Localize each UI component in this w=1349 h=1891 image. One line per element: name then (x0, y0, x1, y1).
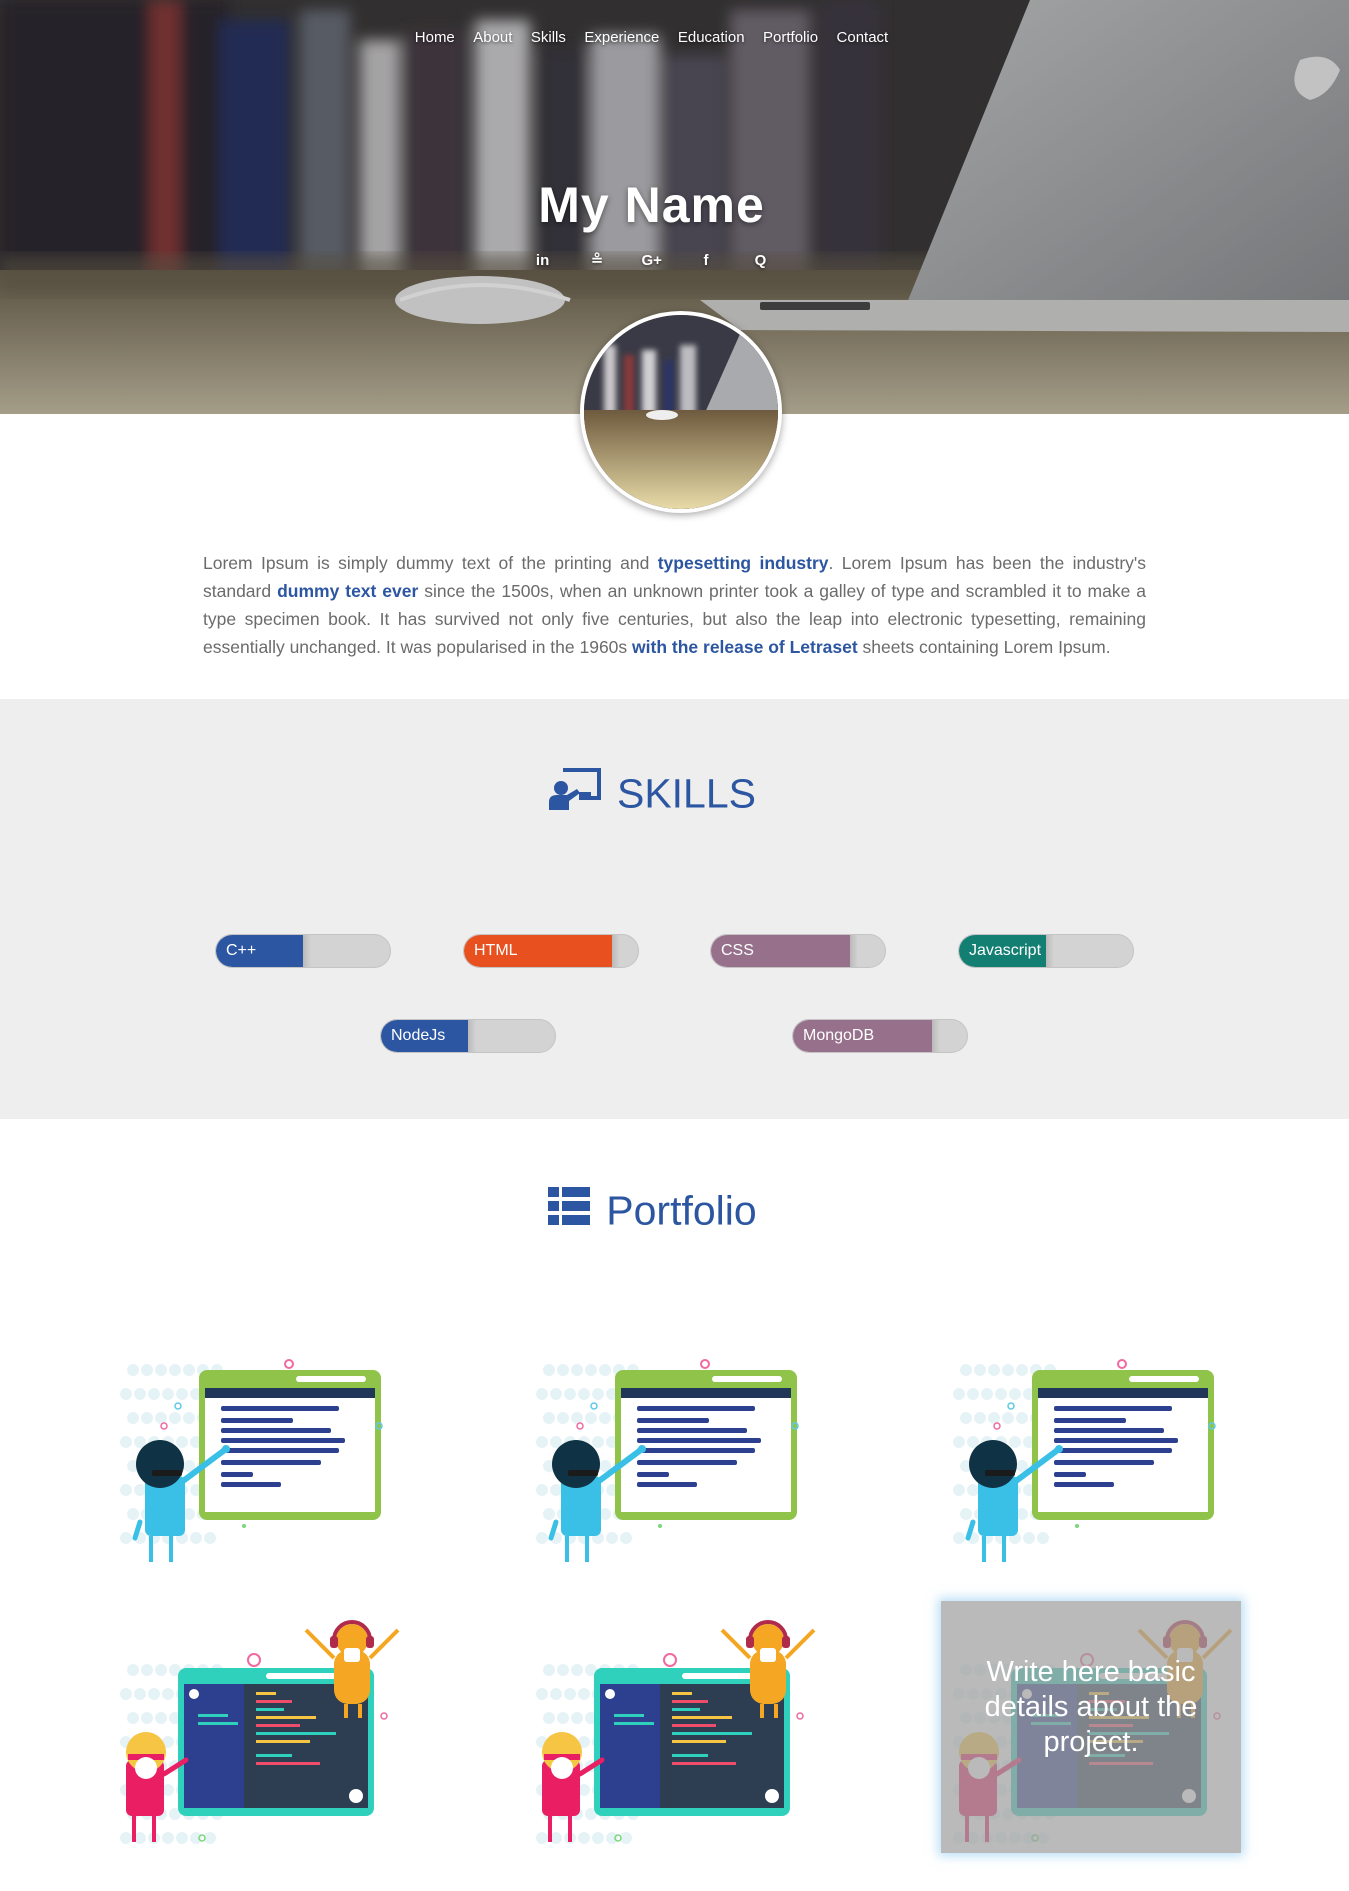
nav-portfolio-link[interactable]: Portfolio (763, 29, 818, 46)
profile-avatar (580, 311, 782, 513)
skill-bar-cpp: C++ (215, 934, 391, 968)
skill-label: NodeJs (391, 1027, 446, 1044)
skill-fill: NodeJs (381, 1020, 476, 1052)
nav-skills-link[interactable]: Skills (531, 29, 566, 46)
linkedin-icon[interactable]: in (533, 252, 553, 269)
skills-heading: SKILLS (0, 768, 1327, 820)
portfolio-item-1[interactable] (106, 1326, 412, 1582)
google-plus-icon[interactable]: G+ (642, 252, 662, 269)
portfolio-item-4[interactable] (106, 1610, 412, 1866)
skill-fill: CSS (711, 935, 859, 967)
skill-bar-nodejs: NodeJs (380, 1019, 556, 1053)
hero-name-heading: My Name (538, 177, 765, 233)
skill-label: C++ (226, 942, 257, 959)
facebook-icon[interactable]: f (696, 252, 716, 269)
skills-section: SKILLS C++ HTML CSS Javascript NodeJs Mo… (0, 699, 1349, 1119)
skill-fill: HTML (464, 935, 620, 967)
portfolio-heading: Portfolio (0, 1185, 1327, 1235)
portfolio-item-3[interactable] (939, 1326, 1245, 1582)
skill-bar-html: HTML (463, 934, 639, 968)
skill-bar-css: CSS (710, 934, 886, 968)
about-text-segment: sheets containing Lorem Ipsum. (857, 636, 1111, 657)
th-list-icon (548, 1187, 591, 1235)
nav-home-link[interactable]: Home (415, 29, 455, 46)
nav-education-link[interactable]: Education (678, 29, 745, 46)
quora-icon[interactable]: Q (750, 252, 770, 269)
social-links: in ≗ G+ f Q (0, 251, 1326, 270)
portfolio-item-5[interactable] (522, 1610, 828, 1866)
main-nav: Home About Skills Experience Education P… (0, 29, 1326, 47)
portfolio-item-overlay[interactable]: Write here basic details about the proje… (941, 1601, 1241, 1853)
skill-label: CSS (721, 942, 754, 959)
skill-fill: C++ (216, 935, 311, 967)
skill-fill: Javascript (959, 935, 1054, 967)
nav-experience-link[interactable]: Experience (584, 29, 659, 46)
about-text-segment: Lorem Ipsum is simply dummy text of the … (203, 552, 658, 573)
about-highlight: with the release of Letraset (632, 636, 858, 657)
nav-about-link[interactable]: About (473, 29, 512, 46)
skill-label: HTML (474, 942, 518, 959)
skill-bar-mongodb: MongoDB (792, 1019, 968, 1053)
about-highlight: typesetting industry (657, 552, 829, 573)
nav-contact-link[interactable]: Contact (837, 29, 889, 46)
about-highlight: dummy text ever (277, 580, 419, 601)
about-paragraph: Lorem Ipsum is simply dummy text of the … (203, 549, 1146, 661)
portfolio-item-2[interactable] (522, 1326, 828, 1582)
skill-fill: MongoDB (793, 1020, 941, 1052)
skill-bar-javascript: Javascript (958, 934, 1134, 968)
skill-label: Javascript (969, 942, 1042, 959)
stackoverflow-icon[interactable]: ≗ (587, 251, 607, 269)
chalkboard-teacher-icon (548, 768, 601, 820)
skill-label: MongoDB (803, 1027, 875, 1044)
